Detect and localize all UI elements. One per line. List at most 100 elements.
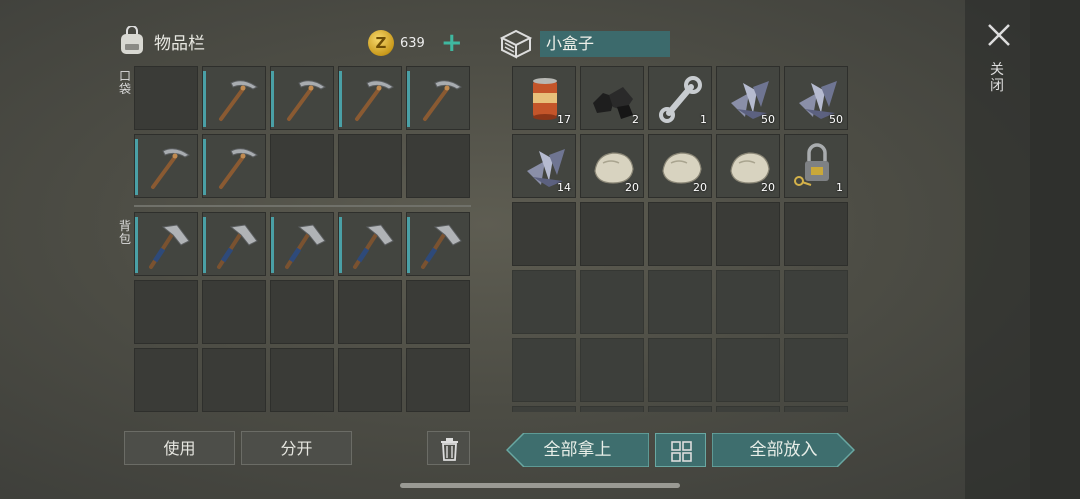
close-icon [988,24,1010,46]
item-count: 2 [632,113,639,126]
split-button[interactable]: 分开 [241,431,352,465]
box-slot[interactable] [648,406,712,412]
pickaxe-icon [423,80,462,121]
box-slot[interactable]: 17 [512,66,576,130]
axe-icon [149,224,190,269]
backpack-slot[interactable] [270,348,334,412]
backpack-slot[interactable] [338,348,402,412]
pickaxe-icon [355,80,394,121]
trash-button[interactable] [427,431,470,465]
inventory-header: 物品栏 [118,26,205,56]
backpack-slot[interactable] [270,280,334,344]
box-slot[interactable] [512,270,576,334]
currency-display: Z 639 + [368,30,463,56]
box-grid: 17 2 1 50 50 14 20 20 20 1 [512,66,848,412]
pocket-slot[interactable] [134,66,198,130]
backpack-slot[interactable] [406,348,470,412]
backpack-slot[interactable] [338,212,402,276]
item-count: 17 [557,113,571,126]
pocket-slot[interactable] [338,134,402,198]
pocket-slot[interactable] [134,134,198,198]
right-edge [1030,0,1080,499]
backpack-slot[interactable] [406,212,470,276]
box-slot[interactable]: 20 [648,134,712,198]
backpack-slot[interactable] [134,280,198,344]
pocket-grid [134,66,470,198]
box-slot[interactable]: 50 [716,66,780,130]
box-slot[interactable]: 1 [648,66,712,130]
put-all-button[interactable]: 全部放入 [711,432,856,468]
box-slot[interactable]: 14 [512,134,576,198]
item-count: 50 [829,113,843,126]
sort-button[interactable] [655,433,706,467]
inventory-title: 物品栏 [154,33,205,54]
pickaxe-icon [151,148,190,189]
box-slot[interactable] [784,202,848,266]
box-slot[interactable] [784,338,848,402]
box-header: 小盒子 [498,28,670,60]
box-slot[interactable]: 20 [580,134,644,198]
box-slot[interactable] [580,338,644,402]
box-slot[interactable]: 2 [580,66,644,130]
backpack-label: 背包 [118,219,131,246]
box-icon [499,29,533,59]
pocket-slot[interactable] [406,66,470,130]
box-slot[interactable] [648,270,712,334]
backpack-slot[interactable] [202,348,266,412]
box-slot[interactable] [716,270,780,334]
pocket-slot[interactable] [406,134,470,198]
take-all-label: 全部拿上 [543,440,612,460]
inventory-divider [134,205,471,207]
backpack-slot[interactable] [202,280,266,344]
pocket-slot[interactable] [270,66,334,130]
item-count: 1 [700,113,707,126]
pickaxe-icon [219,80,258,121]
home-indicator [400,483,680,488]
backpack-slot[interactable] [134,212,198,276]
backpack-grid [134,212,470,412]
box-slot[interactable] [512,406,576,412]
backpack-slot[interactable] [338,280,402,344]
backpack-slot[interactable] [134,348,198,412]
box-slot[interactable] [648,202,712,266]
axe-icon [421,224,462,269]
item-count: 1 [836,181,843,194]
box-slot[interactable] [716,406,780,412]
pocket-slot[interactable] [338,66,402,130]
box-slot[interactable] [512,202,576,266]
box-slot[interactable] [512,338,576,402]
use-button[interactable]: 使用 [124,431,235,465]
pocket-slot[interactable] [202,134,266,198]
coin-icon: Z [368,30,394,56]
item-count: 20 [761,181,775,194]
add-coins-button[interactable]: + [441,30,463,56]
box-slot[interactable] [784,406,848,412]
box-slot[interactable] [580,270,644,334]
take-all-button[interactable]: 全部拿上 [505,432,650,468]
pocket-slot[interactable] [202,66,266,130]
box-slot[interactable] [716,202,780,266]
pickaxe-icon [219,148,258,189]
pocket-label: 口袋 [118,69,131,96]
backpack-slot[interactable] [270,212,334,276]
box-slot[interactable] [648,338,712,402]
backpack-slot[interactable] [202,212,266,276]
box-slot[interactable] [784,270,848,334]
item-count: 14 [557,181,571,194]
backpack-slot[interactable] [406,280,470,344]
put-all-label: 全部放入 [749,440,818,460]
box-slot[interactable] [716,338,780,402]
grid-icon [671,441,692,462]
item-count: 50 [761,113,775,126]
item-count: 20 [693,181,707,194]
box-slot[interactable]: 50 [784,66,848,130]
box-slot[interactable]: 20 [716,134,780,198]
box-slot[interactable]: 1 [784,134,848,198]
box-slot[interactable] [580,406,644,412]
box-slot[interactable] [580,202,644,266]
trash-icon [441,438,458,461]
axe-icon [285,224,326,269]
pocket-slot[interactable] [270,134,334,198]
close-button[interactable] [986,22,1012,48]
box-name: 小盒子 [540,31,670,57]
